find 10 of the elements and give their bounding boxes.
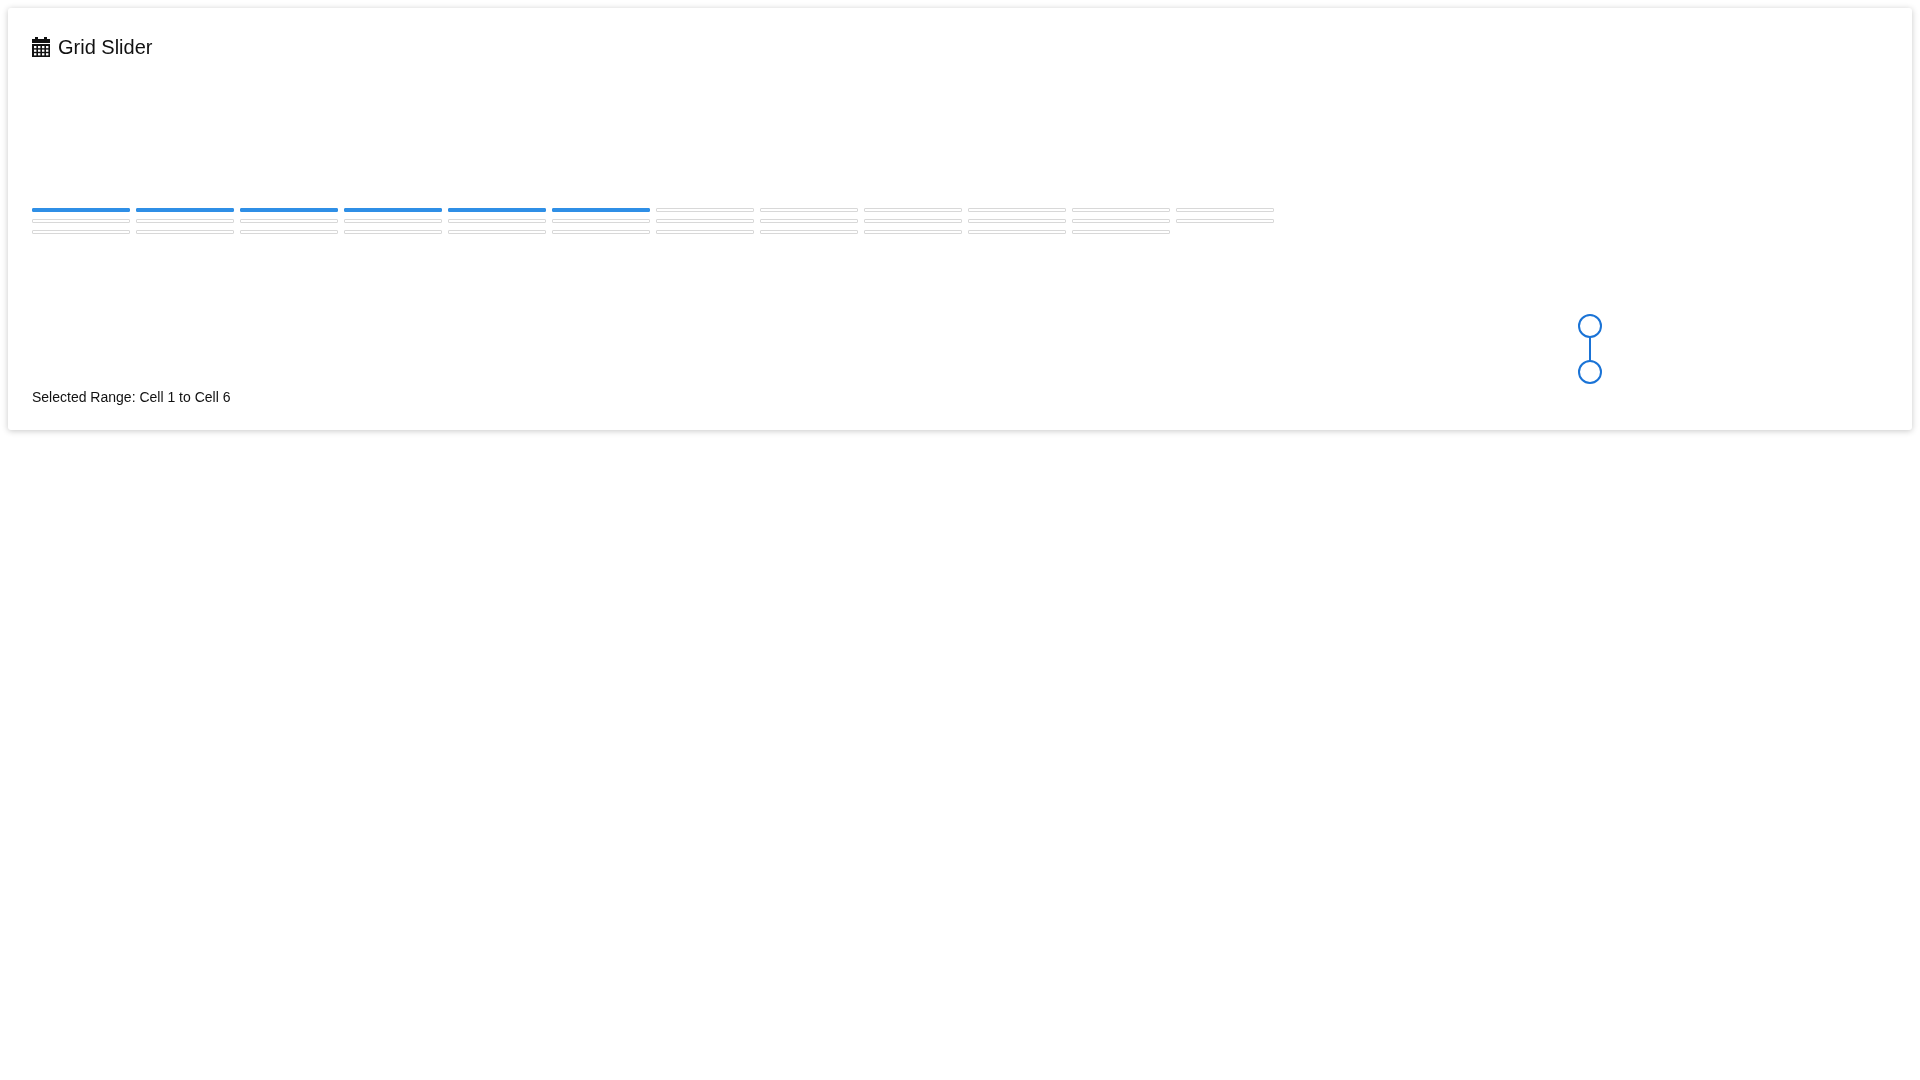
grid-cell[interactable] <box>344 208 442 212</box>
selected-range-text: Selected Range: Cell 1 to Cell 6 <box>32 388 232 406</box>
grid-cell[interactable] <box>552 208 650 212</box>
grid-cell[interactable] <box>136 208 234 212</box>
calendar-icon <box>32 37 50 57</box>
grid-cell[interactable] <box>32 208 130 212</box>
card-title: Grid Slider <box>58 35 153 59</box>
range-handle-icon[interactable] <box>1577 314 1603 384</box>
grid-cell[interactable] <box>240 208 338 212</box>
grid-cell[interactable] <box>448 208 546 212</box>
